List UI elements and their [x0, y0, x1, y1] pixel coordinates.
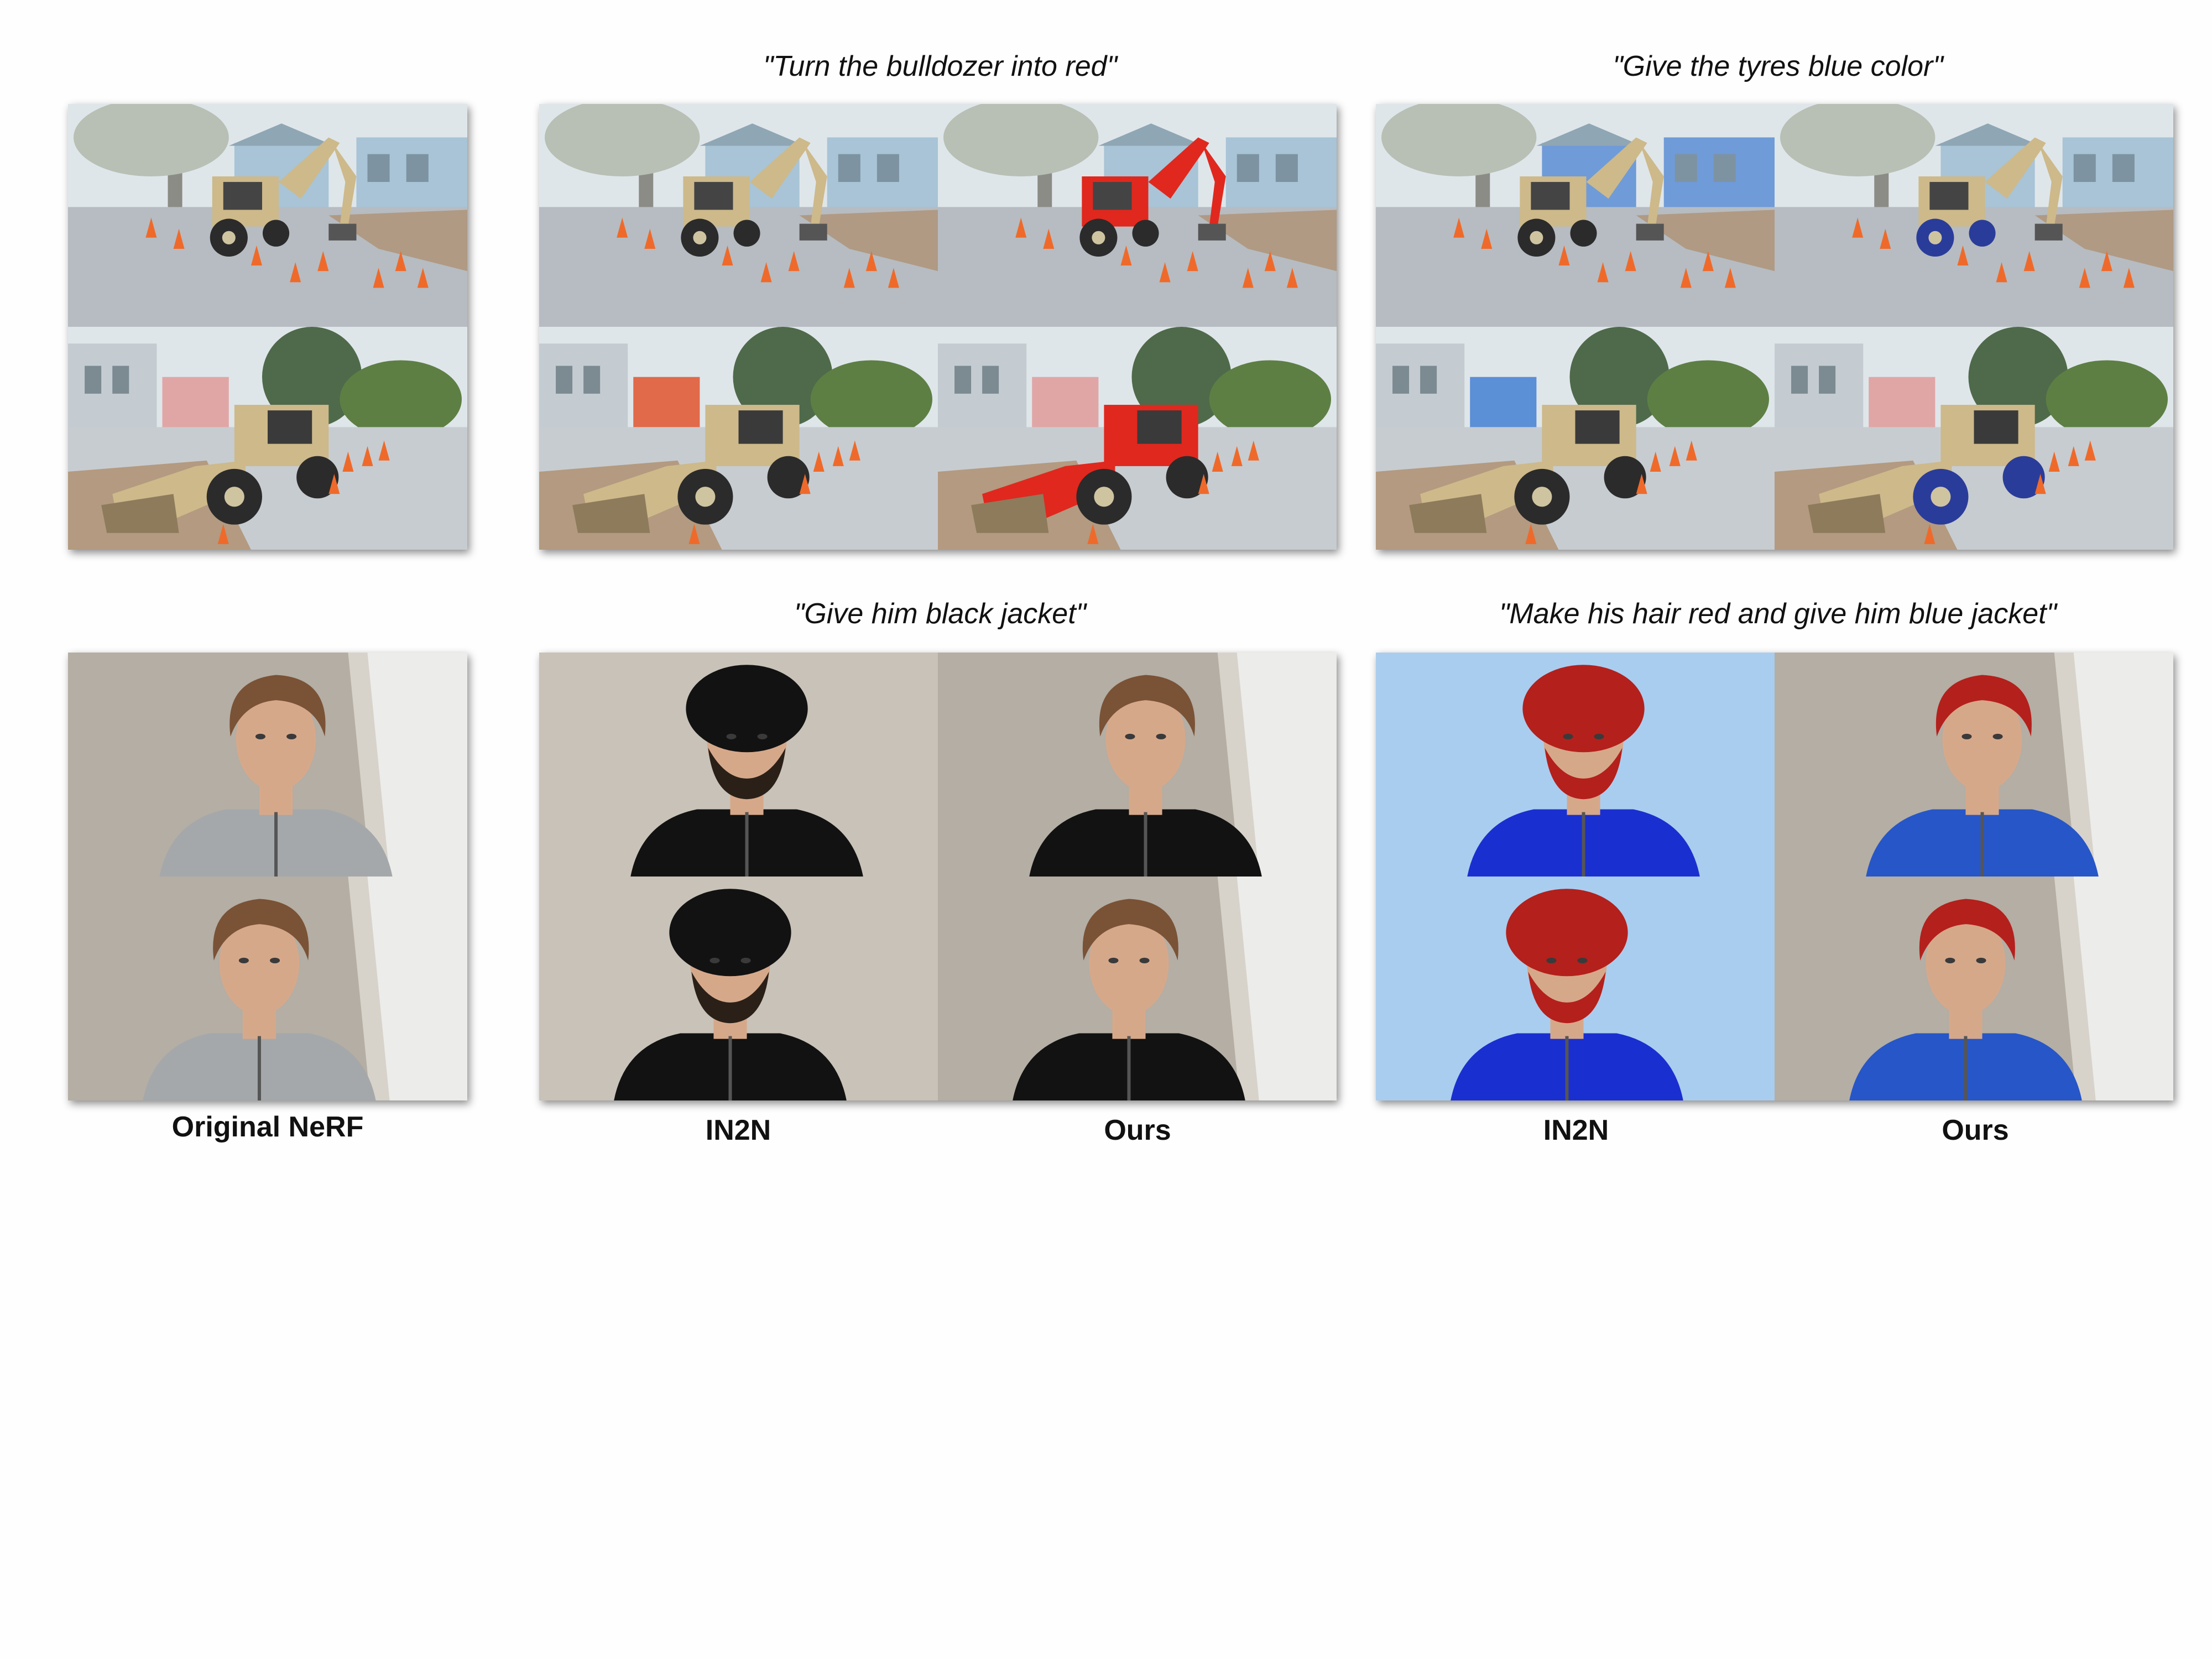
- bulldozer-tyres-panel: [1376, 104, 2173, 550]
- prompt-red-hair-blue-jacket: "Make his hair red and give him blue jac…: [1499, 598, 2057, 630]
- bulldozer-red-in2n-view1: [539, 104, 938, 327]
- bulldozer-tyres-ours-view2: [1775, 327, 2173, 550]
- figure: "Turn the bulldozer into red" "Give the …: [0, 0, 2212, 1659]
- bulldozer-original-view1: [68, 104, 467, 327]
- label-in2n-right: IN2N: [1543, 1114, 1609, 1146]
- face-red-hair-panel: [1376, 653, 2173, 1100]
- label-ours-right: Ours: [1942, 1114, 2009, 1146]
- prompt-bulldozer-red: "Turn the bulldozer into red": [763, 50, 1118, 82]
- bulldozer-red-panel: [539, 104, 1337, 550]
- bulldozer-original-panel: [68, 104, 467, 550]
- prompt-black-jacket: "Give him black jacket": [794, 598, 1087, 630]
- face-original-panel: [68, 653, 467, 1100]
- face-red-in2n-view2: [1376, 877, 1775, 1100]
- face-black-ours-view1: [938, 653, 1337, 877]
- face-original-view2: [68, 877, 467, 1100]
- face-black-ours-view2: [938, 877, 1337, 1100]
- bulldozer-tyres-in2n-view1: [1376, 104, 1775, 327]
- face-original-view1: [68, 653, 467, 877]
- label-in2n-left: IN2N: [705, 1114, 771, 1146]
- face-red-ours-view2: [1775, 877, 2173, 1100]
- bulldozer-original-view2: [68, 327, 467, 550]
- bulldozer-red-in2n-view2: [539, 327, 938, 550]
- face-red-in2n-view1: [1376, 653, 1775, 877]
- label-ours-left: Ours: [1104, 1114, 1171, 1146]
- face-black-in2n-view1: [539, 653, 938, 877]
- bulldozer-tyres-in2n-view2: [1376, 327, 1775, 550]
- label-original-nerf: Original NeRF: [171, 1111, 364, 1143]
- bulldozer-red-ours-view1: [938, 104, 1337, 327]
- face-black-in2n-view2: [539, 877, 938, 1100]
- prompt-tyres-blue: "Give the tyres blue color": [1613, 50, 1943, 82]
- bulldozer-tyres-ours-view1: [1775, 104, 2173, 327]
- face-black-jacket-panel: [539, 653, 1337, 1100]
- bulldozer-red-ours-view2: [938, 327, 1337, 550]
- face-red-ours-view1: [1775, 653, 2173, 877]
